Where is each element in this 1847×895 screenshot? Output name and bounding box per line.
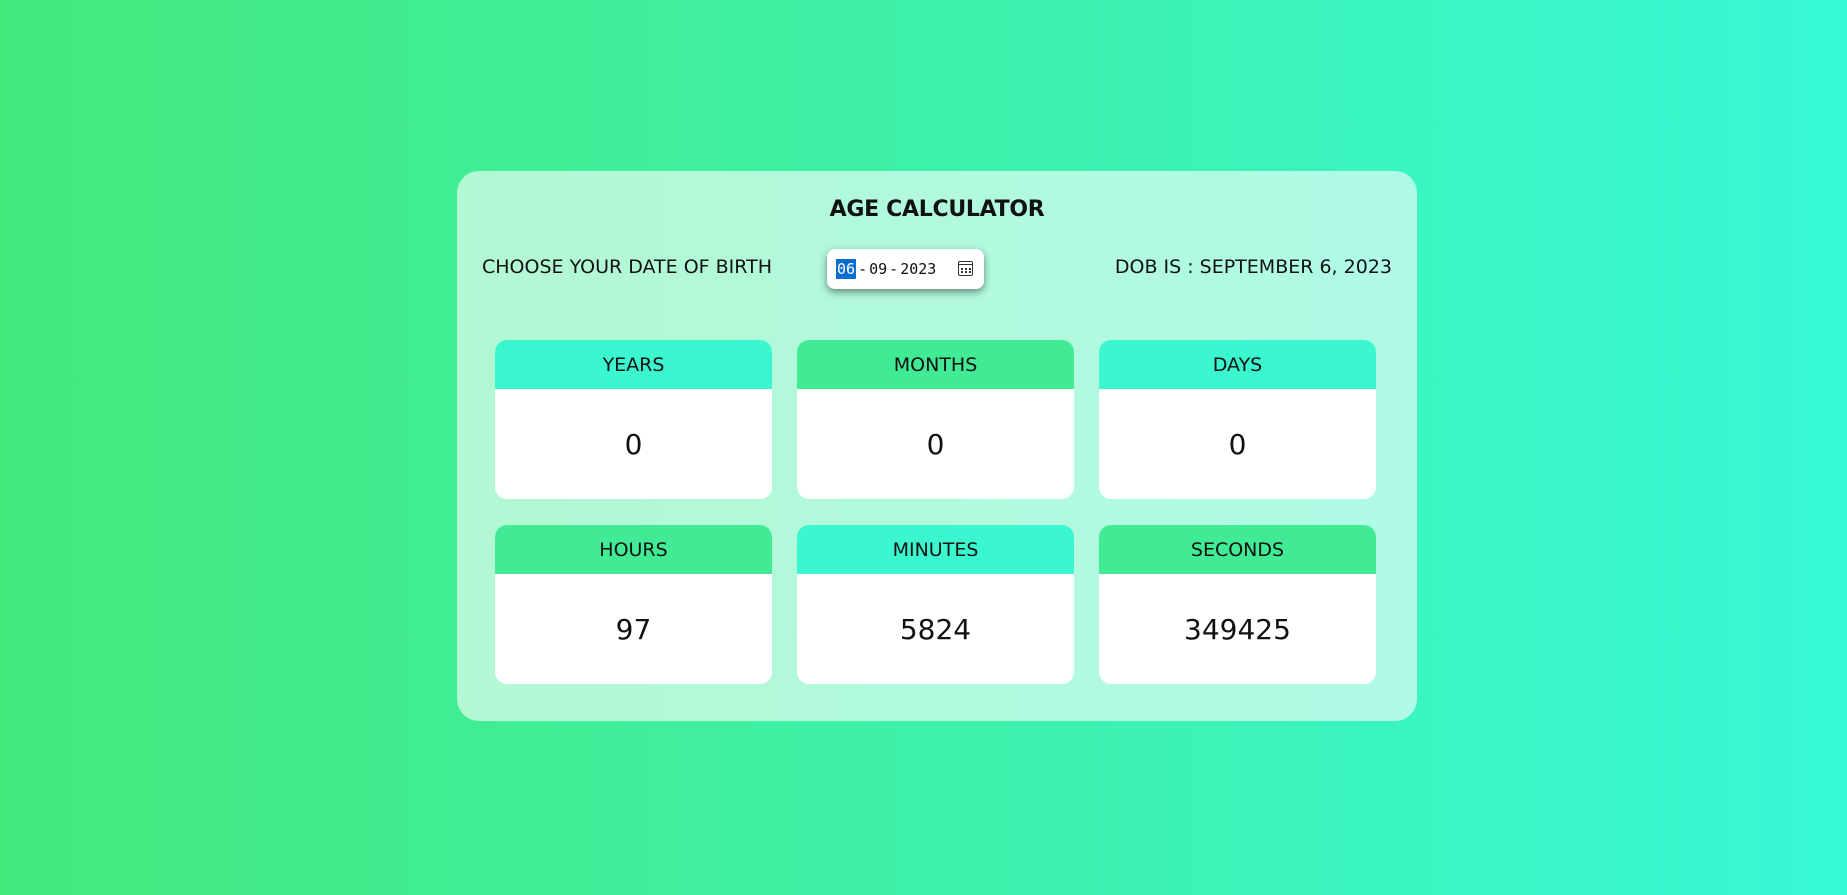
date-year-segment[interactable]: 2023 [900, 260, 936, 278]
calendar-icon[interactable] [958, 261, 973, 276]
stat-value: 349425 [1184, 612, 1291, 646]
age-calculator-card: AGE CALCULATOR CHOOSE YOUR DATE OF BIRTH… [457, 171, 1417, 721]
date-separator: - [858, 260, 868, 278]
stat-card-seconds: SECONDS 349425 [1099, 525, 1376, 684]
stat-card-days: DAYS 0 [1099, 340, 1376, 499]
stat-value: 97 [615, 612, 652, 646]
stat-header: HOURS [495, 525, 772, 574]
dob-label: CHOOSE YOUR DATE OF BIRTH [482, 256, 772, 278]
stat-value: 0 [1228, 427, 1247, 461]
stat-header: SECONDS [1099, 525, 1376, 574]
dob-row: CHOOSE YOUR DATE OF BIRTH 06 - 09 - 2023… [482, 249, 1392, 289]
dob-result-text: DOB IS : SEPTEMBER 6, 2023 [1114, 256, 1392, 278]
date-day-segment[interactable]: 06 [836, 259, 857, 279]
stat-card-months: MONTHS 0 [797, 340, 1074, 499]
stat-card-minutes: MINUTES 5824 [797, 525, 1074, 684]
stat-header: DAYS [1099, 340, 1376, 389]
stat-value: 5824 [899, 612, 972, 646]
stat-value: 0 [624, 427, 643, 461]
date-separator: - [889, 260, 899, 278]
stat-header: MINUTES [797, 525, 1074, 574]
stat-header: YEARS [495, 340, 772, 389]
stat-value: 0 [926, 427, 945, 461]
page-title: AGE CALCULATOR [829, 197, 1045, 222]
stat-card-hours: HOURS 97 [495, 525, 772, 684]
stat-header: MONTHS [797, 340, 1074, 389]
stat-card-years: YEARS 0 [495, 340, 772, 499]
stats-grid: YEARS 0 MONTHS 0 DAYS 0 HOURS 97 MINUTES… [495, 340, 1376, 684]
date-of-birth-input[interactable]: 06 - 09 - 2023 [827, 249, 984, 289]
date-month-segment[interactable]: 09 [869, 260, 887, 278]
